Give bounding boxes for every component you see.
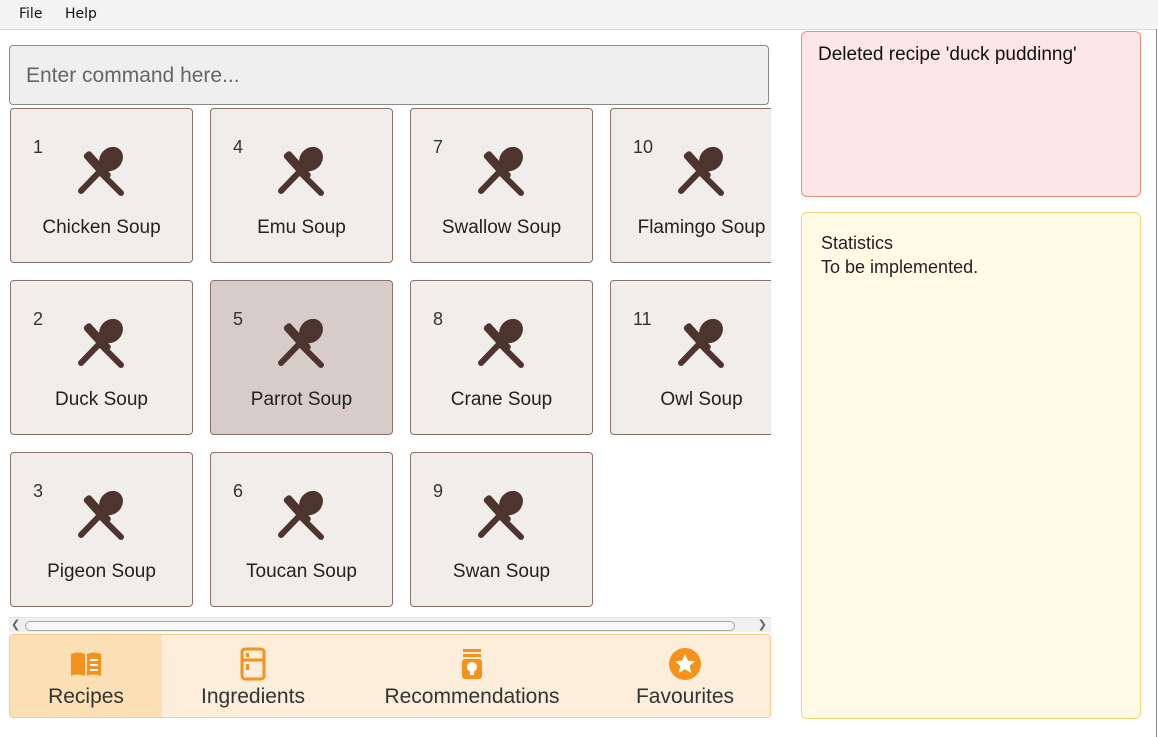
fridge-icon xyxy=(240,647,266,681)
recipe-card[interactable]: 2 Duck Soup xyxy=(10,280,193,435)
recipe-grid: 1 Chicken Soup 2 Duck Soup 3 Pigeon Soup 4 Emu … xyxy=(9,107,771,617)
tab-favourites[interactable]: Favourites xyxy=(600,635,770,717)
recipe-index: 11 xyxy=(633,309,652,329)
statistics-body: To be implemented. xyxy=(821,257,979,277)
menu-file[interactable]: File xyxy=(19,6,42,22)
recipe-index: 2 xyxy=(33,309,44,329)
tab-bar: Recipes Ingredients Recommendations Favo… xyxy=(9,634,771,718)
recipe-card[interactable]: 4 Emu Soup xyxy=(210,108,393,263)
recipe-index: 6 xyxy=(233,481,244,501)
recipe-index: 1 xyxy=(33,137,44,157)
fork-spoon-icon xyxy=(69,309,133,373)
tab-recipes[interactable]: Recipes xyxy=(10,635,162,717)
recipe-card[interactable]: 7 Swallow Soup xyxy=(410,108,593,263)
fork-spoon-icon xyxy=(269,309,333,373)
recipe-index: 9 xyxy=(433,481,444,501)
horizontal-scrollbar[interactable]: ❮ ❯ xyxy=(9,617,771,632)
command-input[interactable] xyxy=(24,46,758,106)
recipe-name: Swan Soup xyxy=(452,561,551,582)
window-border xyxy=(1156,29,1157,737)
scroll-left-arrow-icon[interactable]: ❮ xyxy=(11,618,20,631)
recipe-card[interactable]: 5 Parrot Soup xyxy=(210,280,393,435)
scroll-right-arrow-icon[interactable]: ❯ xyxy=(758,618,767,631)
recipe-card[interactable]: 3 Pigeon Soup xyxy=(10,452,193,607)
open-book-icon xyxy=(71,652,101,676)
menu-bar: File Help xyxy=(0,0,1158,30)
scrollbar-thumb[interactable] xyxy=(25,621,735,631)
recipe-name: Parrot Soup xyxy=(250,389,353,410)
fork-spoon-icon xyxy=(269,481,333,545)
recipe-name: Owl Soup xyxy=(660,389,743,410)
fork-spoon-icon xyxy=(269,137,333,201)
tab-ingredients[interactable]: Ingredients xyxy=(162,635,344,717)
recipe-name: Emu Soup xyxy=(257,217,346,238)
recipe-card[interactable]: 1 Chicken Soup xyxy=(10,108,193,263)
recipe-name: Crane Soup xyxy=(450,389,553,410)
fork-spoon-icon xyxy=(469,481,533,545)
recipe-name: Swallow Soup xyxy=(441,217,562,238)
recipe-card[interactable]: 8 Crane Soup xyxy=(410,280,593,435)
recipe-index: 4 xyxy=(233,137,244,157)
fork-spoon-icon xyxy=(669,309,733,373)
recipe-card[interactable]: 9 Swan Soup xyxy=(410,452,593,607)
recipe-name: Chicken Soup xyxy=(42,217,161,238)
recipe-name: Pigeon Soup xyxy=(47,561,156,582)
recipe-index: 3 xyxy=(33,481,44,501)
fork-spoon-icon xyxy=(469,309,533,373)
fork-spoon-icon xyxy=(69,137,133,201)
star-badge-icon xyxy=(669,648,701,680)
fork-spoon-icon xyxy=(469,137,533,201)
tab-recipes-label: Recipes xyxy=(48,685,124,708)
recipe-card[interactable]: 11 Owl Soup xyxy=(610,280,771,435)
tab-favourites-label: Favourites xyxy=(635,685,735,708)
recipe-index: 10 xyxy=(633,137,654,157)
command-box[interactable] xyxy=(9,45,769,106)
recipe-name: Flamingo Soup xyxy=(637,217,766,238)
lightbulb-icon xyxy=(462,649,482,679)
fork-spoon-icon xyxy=(69,481,133,545)
recipe-index: 5 xyxy=(233,309,244,329)
statistics-panel: Statistics To be implemented. xyxy=(801,212,1141,719)
tab-recommendations[interactable]: Recommendations xyxy=(344,635,600,717)
menu-help[interactable]: Help xyxy=(65,6,97,22)
recipe-card[interactable]: 10 Flamingo Soup xyxy=(610,108,771,263)
fork-spoon-icon xyxy=(669,137,733,201)
tab-ingredients-label: Ingredients xyxy=(201,685,305,708)
result-message: Deleted recipe 'duck puddinng' xyxy=(818,44,1077,65)
tab-recommendations-label: Recommendations xyxy=(384,685,560,708)
statistics-title: Statistics xyxy=(821,233,894,253)
recipe-card[interactable]: 6 Toucan Soup xyxy=(210,452,393,607)
recipe-index: 7 xyxy=(433,137,444,157)
result-message-box: Deleted recipe 'duck puddinng' xyxy=(801,31,1141,197)
recipe-name: Toucan Soup xyxy=(246,561,357,582)
recipe-index: 8 xyxy=(433,309,444,329)
recipe-name: Duck Soup xyxy=(55,389,148,410)
